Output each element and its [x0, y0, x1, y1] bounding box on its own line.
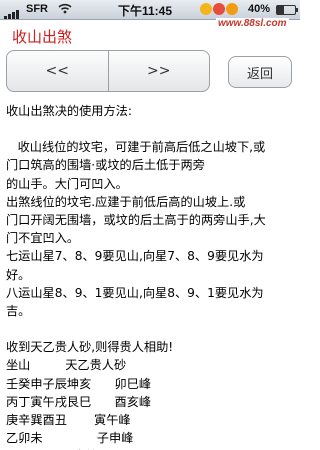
- status-time: 下午11:45: [118, 4, 173, 18]
- battery-percent: 40%: [248, 3, 271, 15]
- status-bar: SFR 下午11:45 40% www.88sl.com: [0, 0, 300, 29]
- battery-fill: [277, 6, 285, 14]
- text-line: 丙丁寅午戌艮巳 酉亥峰: [6, 394, 152, 409]
- notification-icons: [200, 3, 240, 17]
- watermark-url: www.88sl.com: [216, 18, 289, 29]
- page-title: 收山出煞: [12, 28, 73, 46]
- text-line: 收山出煞决的使用方法:: [6, 104, 132, 118]
- previous-button[interactable]: <<: [7, 51, 108, 91]
- text-line: 的山手。大门可凹入。: [6, 176, 128, 191]
- app-badge-icon: [200, 3, 212, 15]
- carrier-name: SFR: [26, 3, 48, 15]
- text-line: 收到天乙贵人砂,则得贵人相助!: [6, 340, 174, 355]
- battery-tip: [296, 8, 298, 12]
- app-badge-icon: [226, 3, 238, 15]
- article-body: 收山出煞决的使用方法: 收山线位的坟宅，可建于前高后低之山坡下,或 门口筑高的围墙…: [6, 102, 296, 450]
- text-line: 出煞线位的坟宅.应建于前低后高的山坡上.或: [6, 194, 246, 209]
- wifi-icon: [58, 3, 72, 17]
- text-line: 吉。: [6, 304, 31, 319]
- text-line: 门口开阔无围墙，或坟的后土高于的两旁山手,大: [6, 213, 266, 228]
- text-line: 乙卯未 子申峰: [6, 431, 134, 446]
- text-line: 七运山星7、8、9要见山,向星7、8、9要见水为: [6, 249, 264, 264]
- battery-icon: [276, 5, 298, 15]
- back-button[interactable]: 返回: [228, 56, 292, 88]
- text-line: 坐山 天乙贵人砂: [6, 358, 127, 373]
- text-line: 收山线位的坟宅，可建于前高后低之山坡下,或: [6, 140, 266, 155]
- text-line: 八运山星8、9、1要见山,向星8、9、1要见水为: [6, 285, 264, 300]
- text-line: 门口筑高的围墙·或坟的后土低于两旁: [6, 158, 205, 173]
- signal-strength-icon: [4, 6, 20, 19]
- app-badge-icon: [213, 3, 225, 15]
- text-line: 好。: [6, 267, 31, 282]
- text-line: 壬癸申子辰坤亥 卯巳峰: [6, 376, 152, 391]
- next-button[interactable]: >>: [107, 51, 210, 91]
- text-line: 门不宜凹入。: [6, 231, 80, 246]
- page-nav-segmented-control: << >>: [6, 50, 210, 92]
- text-line: 庚辛巽酉丑 寅午峰: [6, 413, 131, 428]
